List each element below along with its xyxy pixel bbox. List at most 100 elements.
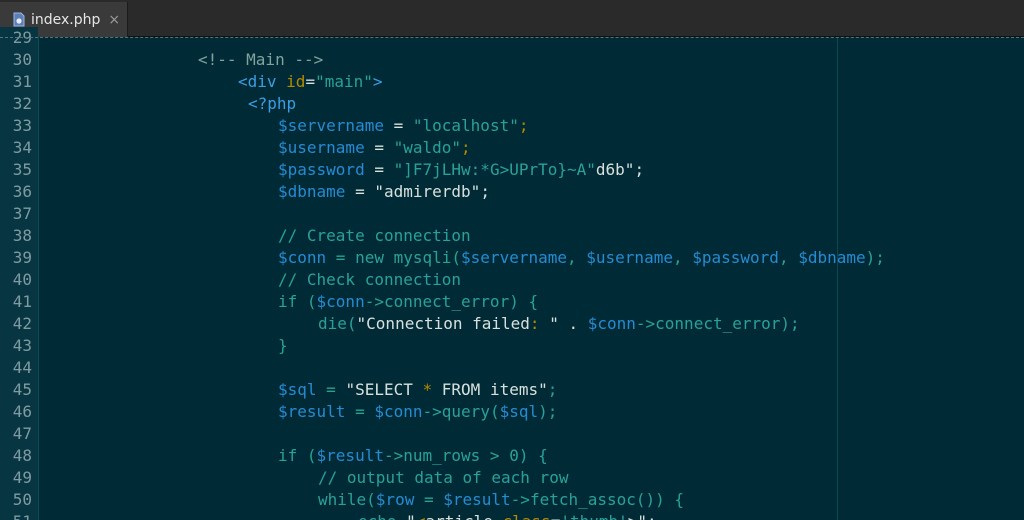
code-token: = [383,116,413,135]
close-icon[interactable]: × [108,12,120,28]
code-line: if ($result->num_rows > 0) { [38,445,1024,467]
code-token: , [672,248,693,267]
code-token: $conn [587,314,636,333]
line-number: 43 [12,336,32,355]
code-token: ); [865,248,885,267]
code-token: if ( [278,446,317,465]
line-number: 42 [12,314,32,333]
code-token: // Check connection [278,270,462,289]
code-token: >"; [628,512,657,520]
code-token: // Create connection [278,226,471,245]
code-token: $row [375,490,415,509]
line-number: 33 [12,116,32,135]
code-token: = [414,490,444,509]
code-area[interactable]: <!-- Main --> <div id="main"> <?php $server… [38,27,1024,520]
code-token: = [364,138,394,157]
code-token: $result [443,490,511,509]
line-number: 45 [12,380,32,399]
code-line: $servername = "localhost"; [38,115,1024,137]
code-token: article [425,512,502,520]
code-line: echo "<article class='thumb'>"; [38,511,1024,520]
code-token: " [406,512,416,520]
code-line: // Check connection [38,269,1024,291]
line-number: 29 [12,28,32,47]
code-token: * [422,380,433,399]
code-token: ; [518,116,529,135]
code-token: FROM items" [432,380,548,399]
line-number: 35 [12,160,32,179]
code-token: = [305,72,316,91]
code-token: < [416,512,426,520]
code-line: } [38,335,1024,357]
code-token: ; [547,380,558,399]
code-token: die( [318,314,357,333]
code-token: "admirerdb" [374,182,481,201]
line-number: 37 [12,204,32,223]
code-token: <div [238,72,287,91]
code-token: "Connection failed [356,314,530,333]
code-line: <?php [38,93,1024,115]
code-line: $conn = new mysqli($servername, $usernam… [38,247,1024,269]
code-token: " . [549,314,588,333]
code-token: } [278,336,288,355]
line-number: 30 [12,50,32,69]
code-line: // Create connection [38,225,1024,247]
code-line: $username = "waldo"; [38,137,1024,159]
code-token: ->fetch_assoc()) { [510,490,685,509]
line-number: 34 [12,138,32,157]
code-token: : [529,314,550,333]
code-token: = [345,402,375,421]
code-token: $password [278,160,365,179]
code-token: $conn [374,402,423,421]
line-number: 36 [12,182,32,201]
code-line: // output data of each row [38,467,1024,489]
code-line: $password = "]F7jLHw:*G>UPrTo}~A"d6b"; [38,159,1024,181]
code-token: = [316,380,346,399]
code-token: $conn [278,248,327,267]
code-token: "waldo" [393,138,462,157]
code-token: ; [480,182,490,201]
code-token: "main" [315,72,373,91]
code-token: = [364,160,394,179]
editor-window: index.php × 29 30 31 32 33 34 35 36 37 38 39 40 41 42… [0,0,1024,520]
line-number: 40 [12,270,32,289]
code-line: <!-- Main --> [38,49,1024,71]
code-token: $sql [499,402,539,421]
code-token: , [778,248,799,267]
code-token: ->query( [422,402,500,421]
fold-indicator-line [0,37,1024,38]
line-number: 47 [12,424,32,443]
code-token: <?php [248,94,297,113]
code-token: $dbname [278,182,346,201]
code-token: // output data of each row [318,468,569,487]
line-number: 46 [12,402,32,421]
line-number: 44 [12,358,32,377]
line-number: 41 [12,292,32,311]
tab-label: index.php [31,11,101,28]
code-token: 'thumb' [560,512,627,520]
code-token: $username [278,138,365,157]
code-token: if ( [278,292,317,311]
line-number-gutter: 29 30 31 32 33 34 35 36 37 38 39 40 41 42 43 44 45 46 47 48… [0,27,38,520]
code-token: $servername [461,248,567,267]
code-token: id [286,72,306,91]
code-token: $password [692,248,779,267]
code-token: , [567,248,587,267]
code-token: ->connect_error) { [364,292,539,311]
line-number: 39 [12,248,32,267]
code-token: class [503,512,551,520]
code-line: if ($conn->connect_error) { [38,291,1024,313]
code-token: "localhost" [412,116,519,135]
line-number: 32 [12,94,32,113]
code-editor[interactable]: 29 30 31 32 33 34 35 36 37 38 39 40 41 42 43 44 45 46 47 48… [0,27,1024,520]
code-token: ; [461,138,471,157]
code-token: $servername [278,116,384,135]
code-line: $result = $conn->query($sql); [38,401,1024,423]
code-token: $result [278,402,346,421]
line-number: 31 [12,72,32,91]
code-token: ->num_rows > 0) { [383,446,548,465]
code-token: ->connect_error); [635,314,800,333]
